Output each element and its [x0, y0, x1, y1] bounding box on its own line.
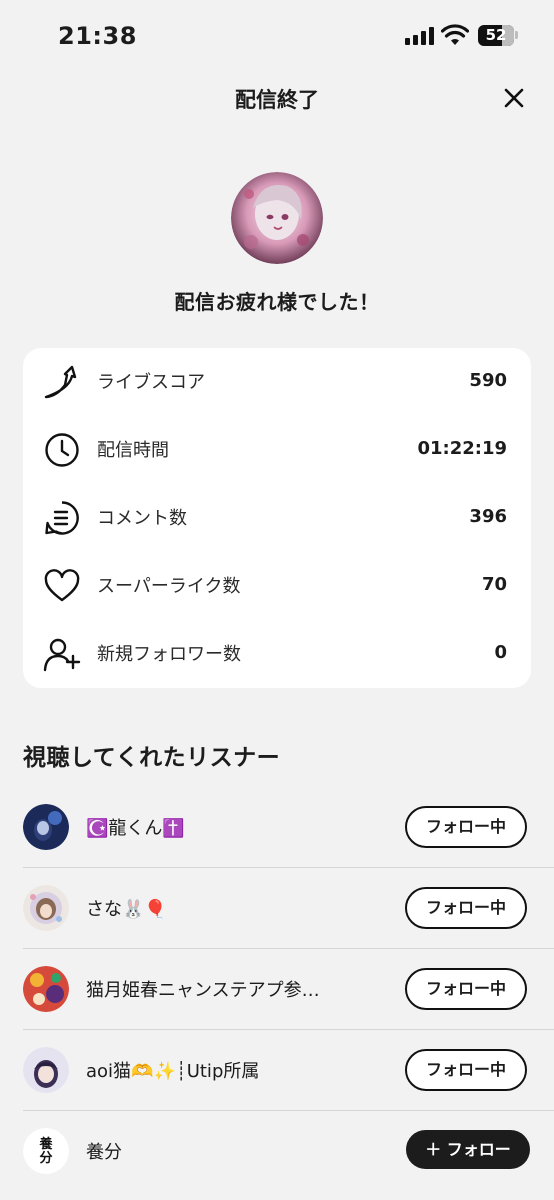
- svg-text:分: 分: [39, 1150, 52, 1166]
- stat-row-new-followers: 新規フォロワー数 0: [23, 620, 531, 688]
- stat-row-comments: コメント数 396: [23, 484, 531, 552]
- stat-value: 590: [469, 370, 507, 391]
- following-button[interactable]: フォロー中: [405, 1049, 527, 1091]
- listener-name: aoi猫🫶✨┊Utip所属: [86, 1061, 260, 1082]
- follow-button[interactable]: ＋ フォロー: [406, 1130, 530, 1169]
- stat-value: 01:22:19: [417, 438, 507, 459]
- stat-label: スーパーライク数: [97, 576, 241, 597]
- battery-level: 52: [485, 26, 507, 44]
- list-item[interactable]: 猫月姫春ニャンステアプ参… フォロー中: [0, 949, 554, 1030]
- clock-icon: [45, 433, 79, 467]
- avatar[interactable]: [23, 885, 69, 931]
- status-bar: 21:38 52: [0, 0, 554, 72]
- stat-label: 配信時間: [97, 440, 169, 461]
- avatar[interactable]: [23, 966, 69, 1012]
- following-button[interactable]: フォロー中: [405, 968, 527, 1010]
- stat-value: 0: [494, 642, 507, 663]
- thanks-message: 配信お疲れ様でした！: [174, 290, 380, 314]
- heart-icon: [44, 569, 80, 602]
- wifi-icon: [441, 24, 469, 45]
- avatar[interactable]: [23, 1047, 69, 1093]
- stat-row-live-score: ライブスコア 590: [23, 348, 531, 416]
- list-item[interactable]: ☪️龍くん✝️ フォロー中: [0, 787, 554, 868]
- list-item[interactable]: さな🐰🎈 フォロー中: [0, 868, 554, 949]
- svg-text:養: 養: [38, 1136, 52, 1152]
- close-icon[interactable]: [499, 83, 529, 113]
- list-item[interactable]: aoi猫🫶✨┊Utip所属 フォロー中: [0, 1030, 554, 1111]
- host-avatar: [231, 172, 323, 264]
- stats-card: ライブスコア 590 配信時間 01:22:19 コメント数 396 スーパーラ…: [23, 348, 531, 688]
- add-user-icon: [43, 638, 81, 672]
- stat-label: ライブスコア: [97, 372, 205, 393]
- signal-icon: [405, 27, 435, 45]
- listeners-section-title: 視聴してくれたリスナー: [23, 745, 281, 771]
- listener-name: ☪️龍くん✝️: [86, 818, 185, 839]
- stat-value: 396: [469, 506, 507, 527]
- listener-name: さな🐰🎈: [86, 899, 167, 920]
- comment-icon: [45, 501, 79, 535]
- list-item[interactable]: 養 分 養分 ＋ フォロー: [0, 1111, 554, 1192]
- following-button[interactable]: フォロー中: [405, 806, 527, 848]
- following-button[interactable]: フォロー中: [405, 887, 527, 929]
- stat-label: 新規フォロワー数: [97, 644, 241, 665]
- stat-row-duration: 配信時間 01:22:19: [23, 416, 531, 484]
- status-time: 21:38: [58, 22, 137, 50]
- listener-name: 養分: [86, 1142, 122, 1163]
- listener-name: 猫月姫春ニャンステアプ参…: [86, 980, 320, 1001]
- stat-label: コメント数: [97, 508, 187, 529]
- avatar[interactable]: [23, 804, 69, 850]
- live-score-icon: [44, 365, 77, 399]
- stat-value: 70: [481, 574, 507, 595]
- avatar[interactable]: 養 分: [23, 1128, 69, 1174]
- page-title: 配信終了: [235, 88, 319, 112]
- stat-row-super-likes: スーパーライク数 70: [23, 552, 531, 620]
- battery-icon: 52: [478, 25, 514, 46]
